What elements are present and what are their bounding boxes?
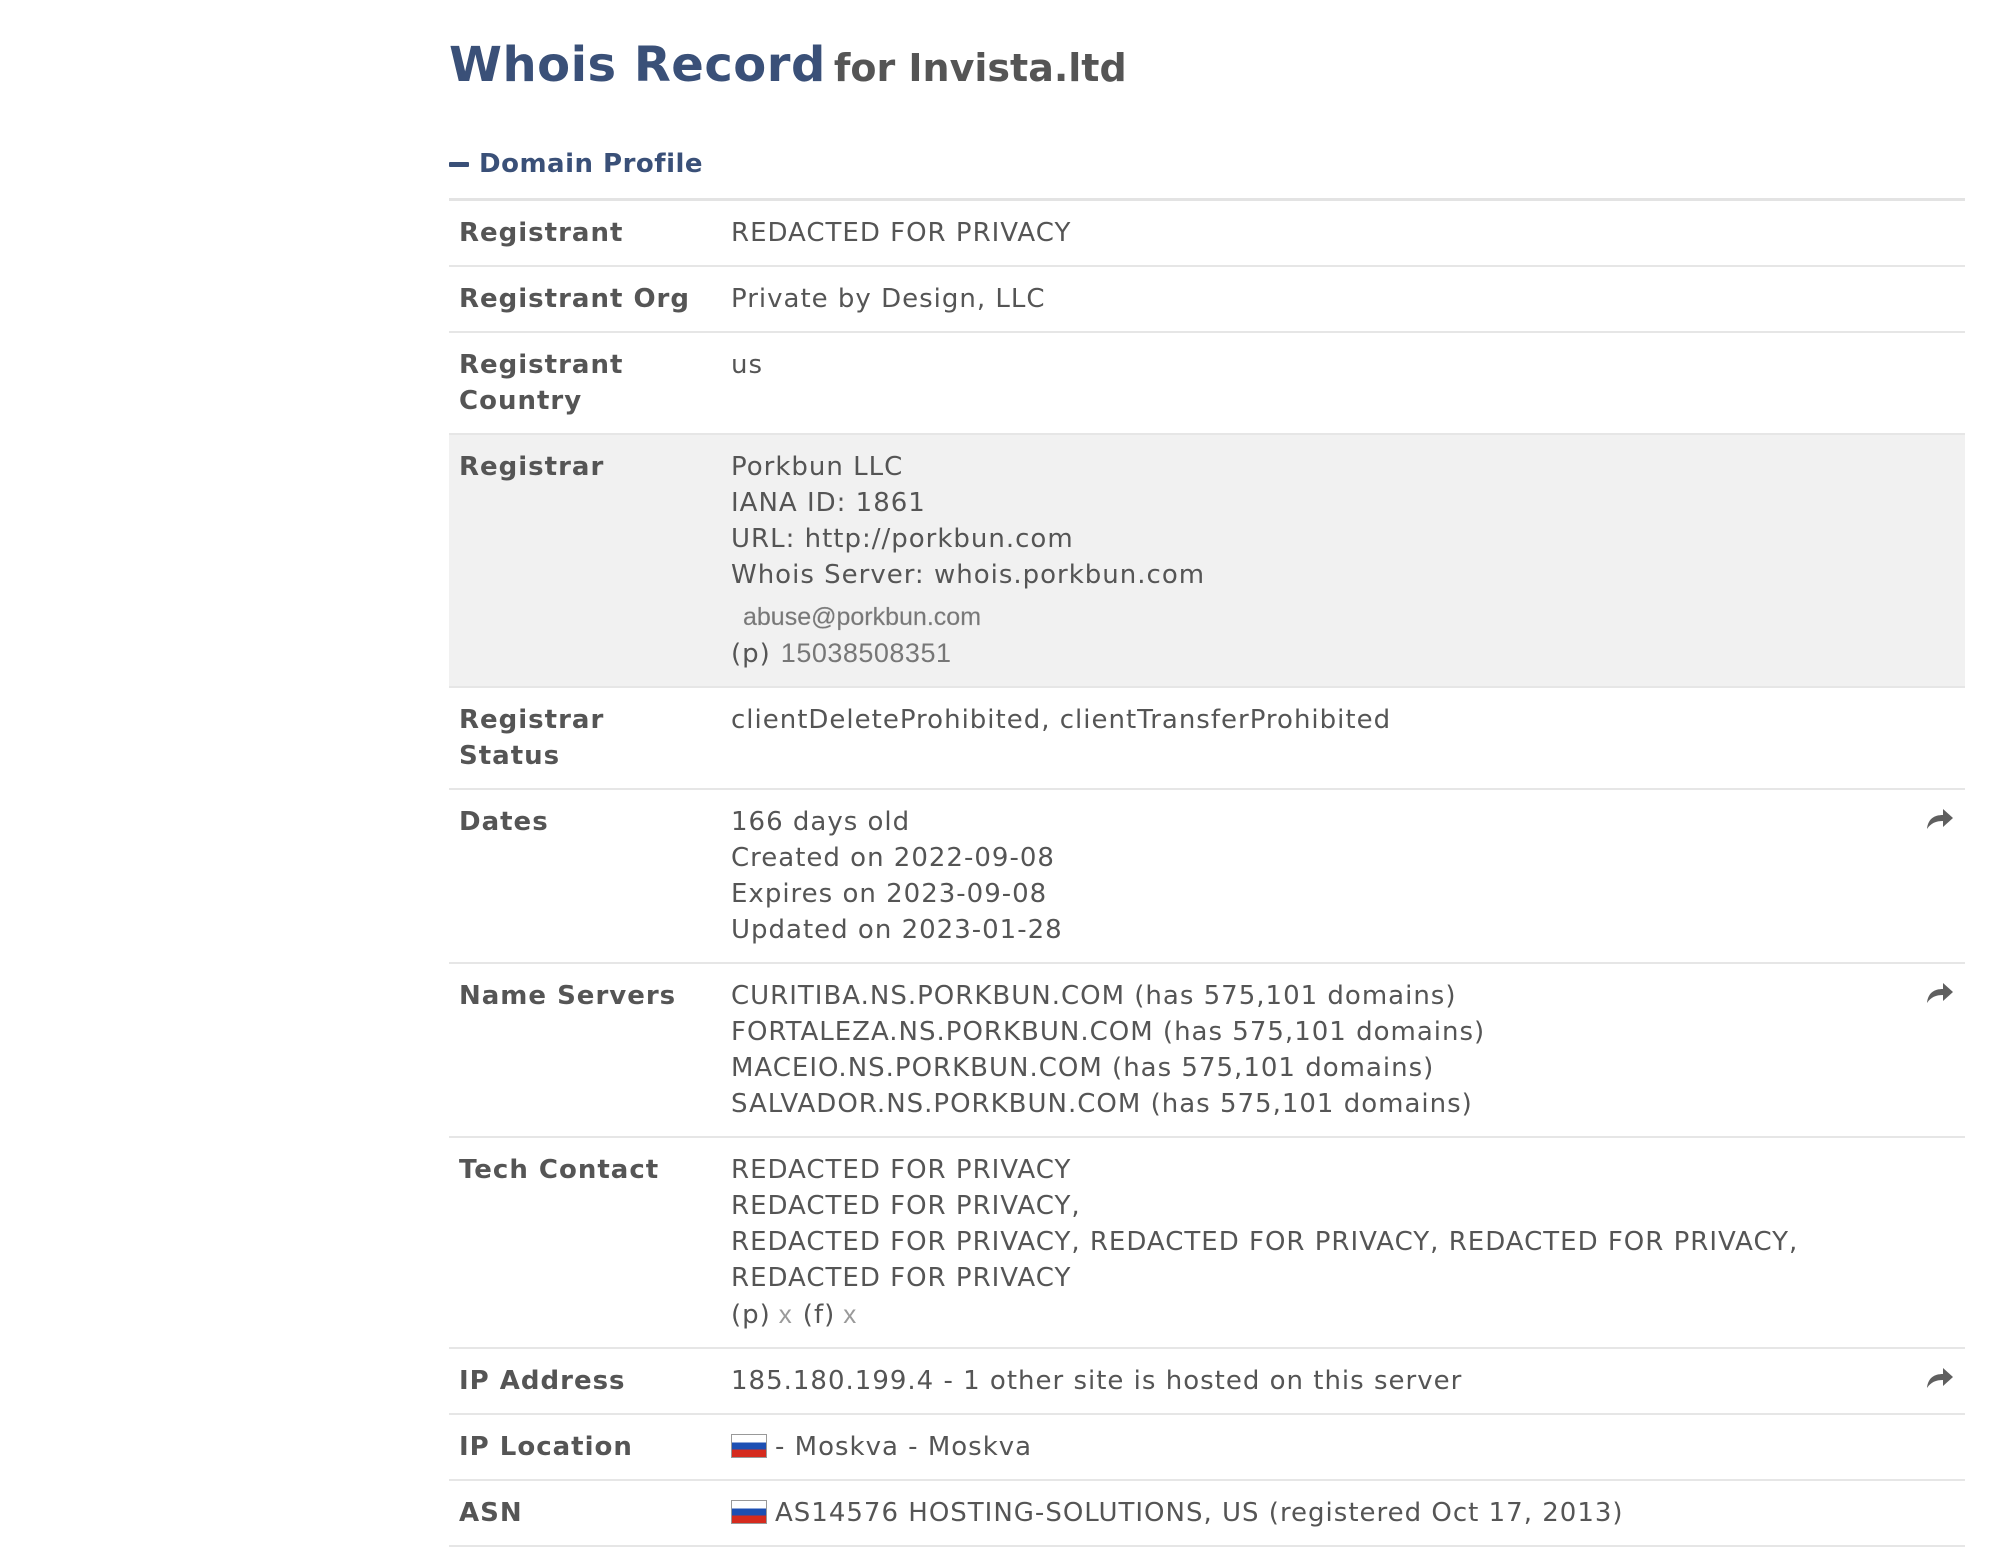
table-row-registrar: Registrar Porkbun LLC IANA ID: 1861 URL:… [449,434,1965,688]
russia-flag-icon [731,1434,767,1458]
tech-contact-value: REDACTED FOR PRIVACY REDACTED FOR PRIVAC… [721,1137,1965,1349]
name-server-item: SALVADOR.NS.PORKBUN.COM (has 575,101 dom… [731,1089,1473,1119]
domain-age: 166 days old [731,807,911,837]
tech-fax-image: x [843,1299,858,1329]
row-label: Registrar [449,434,721,688]
row-label: Registrar Status [449,687,721,790]
row-label: Name Servers [449,963,721,1138]
table-row-tech-contact: Tech Contact REDACTED FOR PRIVACY REDACT… [449,1137,1965,1349]
table-row-asn: ASN AS14576 HOSTING-SOLUTIONS, US (regis… [449,1480,1965,1547]
table-row-name-servers: Name Servers CURITIBA.NS.PORKBUN.COM (ha… [449,963,1965,1138]
registrar-name: Porkbun LLC [731,452,904,482]
ip-address-cell: 185.180.199.4 - 1 other site is hosted o… [721,1348,1965,1415]
row-label: Registrant Org [449,266,721,333]
row-label: Tech Contact [449,1137,721,1349]
row-label: Registrant Country [449,332,721,435]
tech-phone-image: x [778,1299,793,1329]
expires-date: Expires on 2023-09-08 [731,879,1048,909]
registrar-url: URL: http://porkbun.com [731,524,1074,554]
tech-contact-line: REDACTED FOR PRIVACY, REDACTED FOR PRIVA… [731,1227,1799,1293]
registrar-status-value: clientDeleteProhibited, clientTransferPr… [721,687,1965,790]
dates-value: 166 days old Created on 2022-09-08 Expir… [721,789,1965,964]
name-server-item: CURITIBA.NS.PORKBUN.COM (has 575,101 dom… [731,981,1457,1011]
tech-contact-line: REDACTED FOR PRIVACY [731,1155,1072,1185]
page-title-main: Whois Record [449,37,826,93]
registrant-org-value: Private by Design, LLC [721,266,1965,333]
domain-profile-label[interactable]: Domain Profile [479,149,703,179]
table-row-registrar-status: Registrar Status clientDeleteProhibited,… [449,687,1965,790]
row-label: IP Address [449,1348,721,1415]
registrant-country-value: us [721,332,1965,435]
asn-cell: AS14576 HOSTING-SOLUTIONS, US (registere… [721,1480,1965,1547]
whois-record: Whois Record for Invista.ltd Domain Profi… [449,30,1965,1547]
row-label: Registrant [449,201,721,267]
table-row-registrant-org: Registrant Org Private by Design, LLC [449,266,1965,333]
ip-location-cell: - Moskva - Moskva [721,1414,1965,1481]
asn-value: AS14576 HOSTING-SOLUTIONS, US (registere… [775,1498,1624,1528]
registrant-value: REDACTED FOR PRIVACY [721,201,1965,267]
registrar-iana: IANA ID: 1861 [731,488,926,518]
registrar-value: Porkbun LLC IANA ID: 1861 URL: http://po… [721,434,1965,688]
name-server-item: MACEIO.NS.PORKBUN.COM (has 575,101 domai… [731,1053,1435,1083]
row-label: Dates [449,789,721,964]
registrar-phone-image: 15038508351 [780,638,952,668]
table-row-registrant: Registrant REDACTED FOR PRIVACY [449,201,1965,267]
phone-prefix: (p) [731,639,771,669]
fax-prefix: (f) [802,1300,836,1330]
tech-contact-line: REDACTED FOR PRIVACY, [731,1191,1081,1221]
table-row-registrant-country: Registrant Country us [449,332,1965,435]
domain-profile-header[interactable]: Domain Profile [449,144,1965,201]
phone-prefix: (p) [731,1300,771,1330]
share-arrow-icon[interactable] [1925,806,1955,832]
name-servers-value: CURITIBA.NS.PORKBUN.COM (has 575,101 dom… [721,963,1965,1138]
name-server-item: FORTALEZA.NS.PORKBUN.COM (has 575,101 do… [731,1017,1486,1047]
row-label: IP Location [449,1414,721,1481]
table-row-ip-address: IP Address 185.180.199.4 - 1 other site … [449,1348,1965,1415]
created-date: Created on 2022-09-08 [731,843,1055,873]
ip-address-value: 185.180.199.4 - 1 other site is hosted o… [731,1366,1463,1396]
minus-collapse-icon[interactable] [449,161,469,167]
domain-profile-table: Registrant REDACTED FOR PRIVACY Registra… [449,201,1965,1547]
page-title-domain: for Invista.ltd [833,46,1127,90]
ip-location-value: - Moskva - Moskva [775,1432,1033,1462]
share-arrow-icon[interactable] [1925,1365,1955,1391]
share-arrow-icon[interactable] [1925,980,1955,1006]
row-label: ASN [449,1480,721,1547]
russia-flag-icon [731,1500,767,1524]
table-row-ip-location: IP Location - Moskva - Moskva [449,1414,1965,1481]
registrar-whois-server: Whois Server: whois.porkbun.com [731,560,1206,590]
registrar-email-image: abuse@porkbun.com [743,603,982,631]
table-row-dates: Dates 166 days old Created on 2022-09-08… [449,789,1965,964]
page-title: Whois Record for Invista.ltd [449,30,1965,100]
updated-date: Updated on 2023-01-28 [731,915,1063,945]
